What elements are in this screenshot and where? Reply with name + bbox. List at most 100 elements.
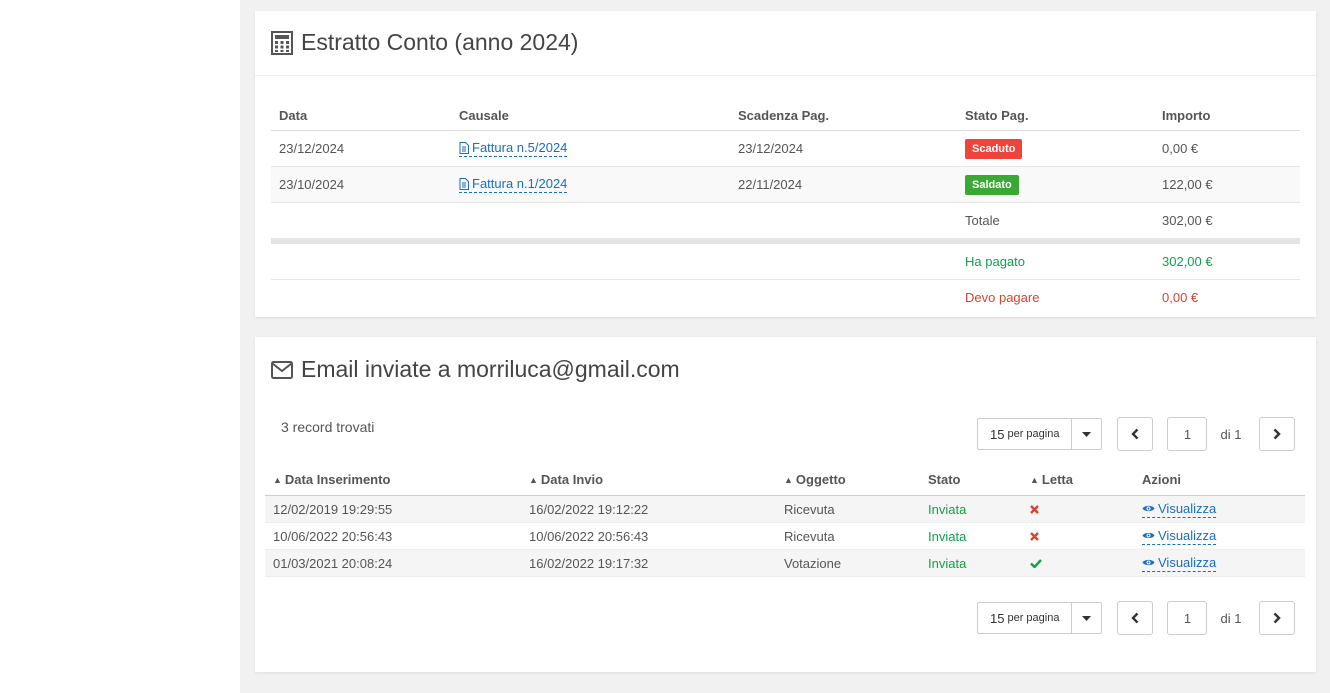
row-sent: 10/06/2022 20:56:43 [521,522,776,550]
table-row: 23/12/2024 Fattura n.5/2024 23/12/2024 S… [271,130,1300,167]
emails-card: Email inviate a morriluca@gmail.com 3 re… [255,337,1316,672]
caret-down-icon [1082,615,1092,621]
status-badge: Saldato [965,174,1019,195]
col-stato: Stato Pag. [957,101,1154,131]
per-page-dropdown-button[interactable] [1072,602,1103,634]
row-read [1022,522,1134,550]
row-causale: Fattura n.1/2024 [451,166,730,203]
row-due-date: 23/12/2024 [730,130,957,167]
invoice-link[interactable]: Fattura n.5/2024 [459,140,568,157]
row-date: 23/12/2024 [271,130,451,167]
view-link-label: Visualizza [1158,554,1217,570]
document-icon [459,141,469,154]
col-causale: Causale [451,101,730,131]
per-page-select[interactable]: 15 per pagina [977,418,1073,450]
eye-icon [1142,559,1155,565]
table-row: 12/02/2019 19:29:55 16/02/2022 19:12:22 … [265,495,1305,523]
col-data: Data [271,101,451,131]
eye-icon [1142,532,1155,538]
row-due-date: 22/11/2024 [730,166,957,203]
emails-title-text: Email inviate a morriluca@gmail.com [301,356,680,382]
prev-page-button[interactable] [1117,601,1154,635]
row-causale: Fattura n.5/2024 [451,130,730,167]
row-inserted: 01/03/2021 20:08:24 [265,549,521,577]
sort-icon: ▲︎ [273,474,282,485]
caret-down-icon [1082,431,1092,437]
paid-value: 302,00 € [1154,241,1300,280]
prev-page-button[interactable] [1117,417,1154,451]
chevron-left-icon [1131,612,1139,624]
calculator-icon [271,30,293,55]
check-icon [1030,558,1042,569]
statement-title: Estratto Conto (anno 2024) [271,29,578,56]
view-link-label: Visualizza [1158,527,1217,543]
col-importo: Importo [1154,101,1300,131]
per-page-select[interactable]: 15 per pagina [977,602,1073,634]
row-date: 23/10/2024 [271,166,451,203]
per-page-value: 15 [990,426,1005,442]
row-amount: 0,00 € [1154,130,1300,167]
row-sent: 16/02/2022 19:17:32 [521,549,776,577]
row-amount: 122,00 € [1154,166,1300,203]
total-row: Totale 302,00 € [271,202,1300,244]
col-label: Data Invio [540,471,604,487]
table-header: ▲︎ Data Inserimento ▲︎ Data Invio ▲︎ Oggett… [265,463,1305,496]
table-row: 23/10/2024 Fattura n.1/2024 22/11/2024 S… [271,166,1300,203]
total-label: Totale [957,202,1154,244]
row-status: Scaduto [957,130,1154,167]
per-page-value: 15 [990,610,1005,626]
statement-title-text: Estratto Conto (anno 2024) [301,29,579,55]
col-scadenza: Scadenza Pag. [730,101,957,131]
status-badge: Scaduto [965,138,1023,159]
statement-card: Estratto Conto (anno 2024) Data Causale … [255,11,1316,317]
eye-icon [1142,505,1155,511]
row-read [1022,495,1134,523]
per-page-label: per pagina [1007,428,1060,440]
records-count: 3 record trovati [281,419,375,435]
sort-icon: ▲︎ [529,474,538,485]
row-actions: Visualizza [1134,495,1305,523]
row-status: Inviata [920,549,1022,577]
page-number-input[interactable]: 1 [1167,601,1208,635]
per-page-label: per pagina [1007,612,1060,624]
pager-top: 15 per pagina 1 di 1 [977,417,1296,451]
col-azioni: Azioni [1134,463,1305,496]
row-status: Saldato [957,166,1154,203]
next-page-button[interactable] [1259,601,1296,635]
row-status: Inviata [920,522,1022,550]
invoice-link-label: Fattura n.5/2024 [472,140,568,155]
col-data-inserimento[interactable]: ▲︎ Data Inserimento [265,463,521,496]
paid-label: Ha pagato [957,241,1154,280]
due-value: 0,00 € [1162,290,1199,305]
col-data-invio[interactable]: ▲︎ Data Invio [521,463,776,496]
row-actions: Visualizza [1134,549,1305,577]
view-link[interactable]: Visualizza [1142,554,1217,572]
view-link[interactable]: Visualizza [1142,500,1217,518]
total-value: 302,00 € [1154,202,1300,244]
col-label: Oggetto [795,471,846,487]
table-row: 01/03/2021 20:08:24 16/02/2022 19:17:32 … [265,549,1305,577]
col-letta[interactable]: ▲︎ Letta [1022,463,1134,496]
sort-icon: ▲︎ [784,474,793,485]
row-read [1022,549,1134,577]
row-subject: Ricevuta [776,495,920,523]
col-stato: Stato [920,463,1022,496]
next-page-button[interactable] [1259,417,1296,451]
sort-icon: ▲︎ [1030,474,1039,485]
invoice-link[interactable]: Fattura n.1/2024 [459,176,568,193]
row-subject: Ricevuta [776,522,920,550]
col-oggetto[interactable]: ▲︎ Oggetto [776,463,920,496]
per-page-dropdown-button[interactable] [1072,418,1103,450]
pager-bottom: 15 per pagina 1 di 1 [977,601,1296,635]
statement-table: Data Causale Scadenza Pag. Stato Pag. Im… [271,101,1300,315]
chevron-right-icon [1274,612,1282,624]
view-link[interactable]: Visualizza [1142,527,1217,545]
emails-table: ▲︎ Data Inserimento ▲︎ Data Invio ▲︎ Oggett… [265,463,1305,577]
chevron-left-icon [1131,428,1139,440]
page-number-input[interactable]: 1 [1167,417,1208,451]
envelope-icon [271,360,293,379]
cross-icon [1030,531,1039,541]
emails-title: Email inviate a morriluca@gmail.com [271,356,680,383]
paid-row: Ha pagato 302,00 € [271,241,1300,280]
view-link-label: Visualizza [1158,500,1217,516]
